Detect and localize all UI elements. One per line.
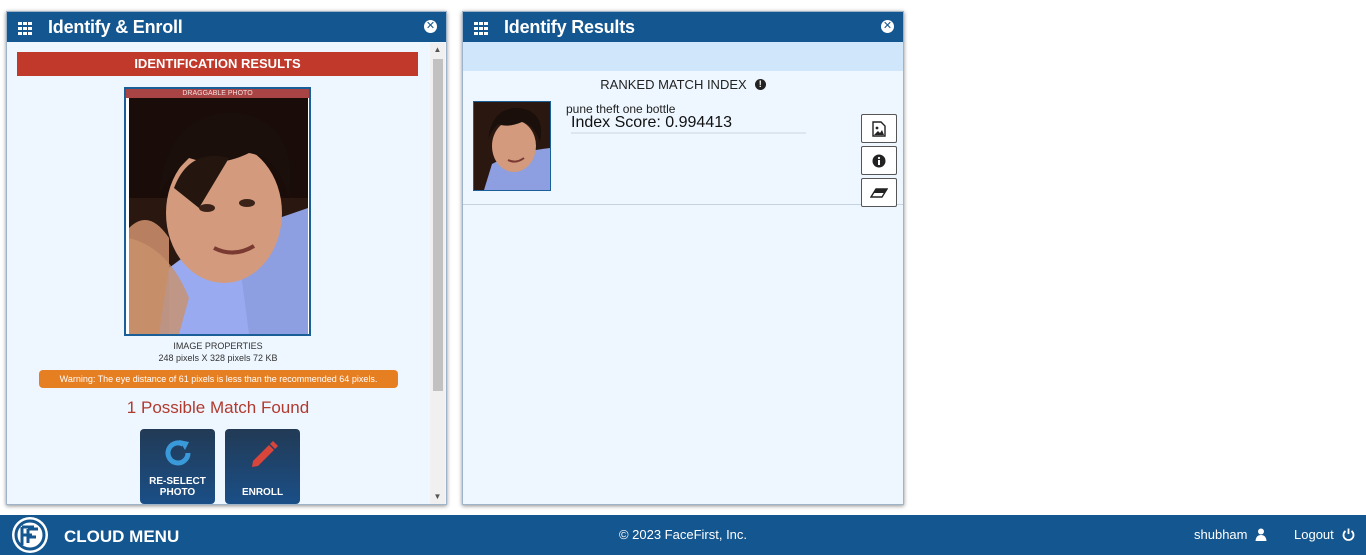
index-score: Index Score: 0.994413 <box>571 114 733 131</box>
panel-header: Identify Results ✕ <box>463 12 903 42</box>
enroll-label: ENROLL <box>241 487 284 498</box>
identification-results-banner: IDENTIFICATION RESULTS <box>17 52 418 76</box>
eraser-icon <box>870 187 888 198</box>
score-divider <box>571 132 806 134</box>
info-icon[interactable]: ! <box>754 78 766 90</box>
reselect-photo-button[interactable]: RE-SELECT PHOTO <box>140 429 215 504</box>
ranked-match-title: RANKED MATCH INDEX <box>600 76 747 92</box>
reselect-label-line2: PHOTO <box>159 487 196 498</box>
clear-button[interactable] <box>861 178 897 207</box>
details-button[interactable] <box>861 146 897 175</box>
refresh-icon <box>165 440 191 466</box>
panel-header: Identify & Enroll ✕ <box>7 12 446 42</box>
identify-results-panel: Identify Results ✕ RANKED MATCH INDEX ! … <box>462 11 904 505</box>
panel-body: IDENTIFICATION RESULTS DRAGGABLE PHOTO I… <box>7 42 429 504</box>
scroll-up-arrow-icon[interactable]: ▲ <box>430 43 445 57</box>
image-properties-title: IMAGE PROPERTIES <box>173 341 263 351</box>
grid-icon[interactable] <box>474 21 488 35</box>
ranked-match-header: RANKED MATCH INDEX ! <box>463 75 903 93</box>
scrollbar[interactable]: ▲ ▼ <box>430 43 445 504</box>
username: shubham <box>1194 527 1248 542</box>
results-toolbar <box>463 42 903 71</box>
view-image-button[interactable] <box>861 114 897 143</box>
power-icon <box>1342 528 1355 541</box>
logout-label: Logout <box>1294 527 1334 542</box>
copyright-text: © 2023 FaceFirst, Inc. <box>618 527 748 542</box>
grid-icon[interactable] <box>18 21 32 35</box>
footer-bar: CLOUD MENU © 2023 FaceFirst, Inc. shubha… <box>0 515 1366 555</box>
match-photo <box>474 102 550 190</box>
user-icon <box>1255 528 1267 541</box>
pencil-icon <box>252 441 278 467</box>
user-menu[interactable]: shubham <box>1194 527 1267 542</box>
image-icon <box>872 120 886 137</box>
enroll-button[interactable]: ENROLL <box>225 429 300 504</box>
image-properties: IMAGE PROPERTIES 248 pixels X 328 pixels… <box>7 340 429 364</box>
match-thumbnail[interactable] <box>473 101 551 191</box>
reselect-label-line1: RE-SELECT <box>149 476 206 487</box>
eye-distance-warning: Warning: The eye distance of 61 pixels i… <box>39 370 398 388</box>
close-icon[interactable]: ✕ <box>881 20 894 33</box>
draggable-photo[interactable]: DRAGGABLE PHOTO <box>124 87 311 336</box>
identify-enroll-panel: Identify & Enroll ✕ IDENTIFICATION RESUL… <box>6 11 447 505</box>
panel-title: Identify & Enroll <box>48 16 183 37</box>
info-icon <box>872 154 886 167</box>
match-result-row[interactable]: pune theft one bottle Index Score: 0.994… <box>463 93 903 207</box>
probe-photo <box>129 98 308 334</box>
close-icon[interactable]: ✕ <box>424 20 437 33</box>
image-properties-value: 248 pixels X 328 pixels 72 KB <box>158 353 278 363</box>
match-found-text: 1 Possible Match Found <box>126 398 310 417</box>
scroll-down-arrow-icon[interactable]: ▼ <box>430 490 445 504</box>
drag-handle[interactable]: DRAGGABLE PHOTO <box>126 89 309 98</box>
panel-title: Identify Results <box>504 16 635 37</box>
logout-button[interactable]: Logout <box>1294 527 1355 542</box>
scroll-thumb[interactable] <box>433 59 443 391</box>
